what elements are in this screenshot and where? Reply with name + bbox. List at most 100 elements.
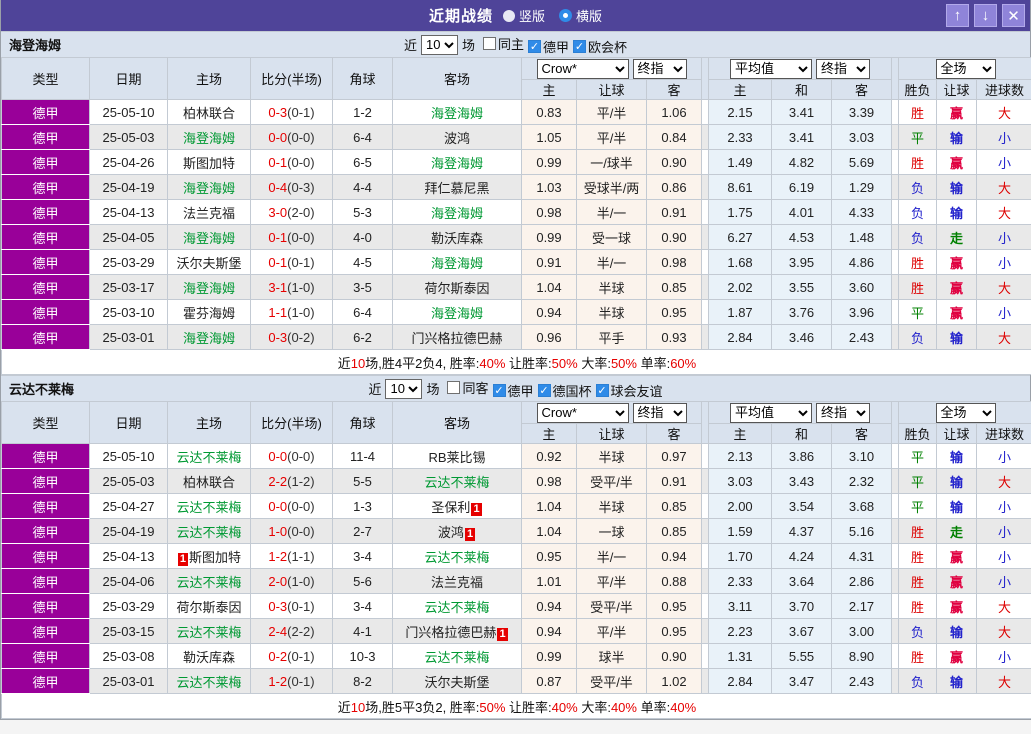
goals-cell: 小	[976, 643, 1031, 669]
result-cell: 负	[898, 668, 938, 694]
corner-cell: 2-7	[332, 518, 393, 544]
avg-draw-cell: 3.76	[771, 299, 833, 325]
odds-away-cell: 0.94	[645, 543, 703, 569]
avg-away-cell: 4.33	[831, 199, 893, 225]
move-down-button[interactable]: ↓	[974, 4, 997, 27]
score-cell: 1-0(0-0)	[250, 518, 333, 544]
handicap-result-cell: 赢	[936, 274, 978, 300]
final-odds-select-2[interactable]: 终指	[816, 402, 871, 423]
fulltime-select[interactable]: 全场	[935, 58, 996, 79]
away-team-cell: 拜仁慕尼黑	[392, 174, 522, 200]
avg-home-cell: 2.23	[708, 618, 773, 644]
odds-handicap-cell: 受一球	[576, 224, 647, 250]
match-row: 德甲 25-04-05 海登海姆 0-1(0-0) 4-0 勒沃库森 0.99 受一球 0.90…	[1, 224, 1031, 250]
date-cell: 25-04-06	[89, 568, 168, 594]
filter-checkbox[interactable]: ✓	[528, 39, 541, 53]
corner-cell: 6-4	[332, 299, 393, 325]
col-header-score: 比分(半场)	[250, 57, 333, 100]
handicap-result-cell: 输	[936, 468, 978, 494]
away-team-cell: 沃尔夫斯堡	[392, 668, 522, 694]
home-team-cell: 云达不莱梅	[167, 618, 251, 644]
titlebar: 近期战绩 竖版 横版 ↑ ↓ ✕	[1, 0, 1030, 31]
goals-cell: 小	[976, 224, 1031, 250]
average-select[interactable]: 平均值	[730, 402, 813, 423]
team-name-text: 云达不莱梅	[424, 599, 490, 615]
goals-cell: 小	[976, 543, 1031, 569]
odds-provider-select[interactable]: Crow*	[536, 58, 629, 79]
avg-home-cell: 2.15	[708, 99, 773, 125]
fulltime-score: 3-0	[268, 204, 288, 220]
avg-home-cell: 1.75	[708, 199, 773, 225]
odds-group-header: Crow* 终指	[520, 57, 703, 80]
date-cell: 25-04-26	[89, 149, 168, 175]
separator-cell	[701, 149, 710, 175]
match-count-select[interactable]: 10	[420, 34, 458, 55]
separator-cell	[891, 124, 900, 150]
odds-home-cell: 1.05	[521, 124, 577, 150]
handicap-result-cell: 赢	[936, 249, 978, 275]
goals-cell: 大	[976, 99, 1031, 125]
avg-home-cell: 1.31	[708, 643, 773, 669]
date-cell: 25-04-27	[89, 493, 168, 519]
separator-cell	[891, 643, 900, 669]
fulltime-score: 0-1	[268, 229, 288, 245]
fulltime-select[interactable]: 全场	[935, 402, 996, 423]
filter-checkbox[interactable]	[447, 380, 461, 394]
result-cell: 胜	[898, 249, 938, 275]
filter-checkbox[interactable]: ✓	[573, 39, 587, 53]
odds-home-cell: 0.95	[521, 543, 577, 569]
away-team-cell: 荷尔斯泰因	[392, 274, 522, 300]
filter-checkbox[interactable]: ✓	[537, 383, 551, 397]
home-team-cell: 云达不莱梅	[167, 668, 251, 694]
col-header-away: 客场	[392, 401, 522, 444]
col-header-avg-draw: 和	[771, 79, 833, 100]
filter-checkbox[interactable]: ✓	[492, 383, 506, 397]
layout-radio-item[interactable]: 横版	[559, 6, 602, 25]
handicap-result-cell: 输	[936, 324, 978, 350]
match-row: 德甲 25-03-17 海登海姆 3-1(1-0) 3-5 荷尔斯泰因 1.04 半球 0.85…	[1, 274, 1031, 300]
odds-provider-select[interactable]: Crow*	[536, 402, 629, 423]
separator-cell	[701, 593, 710, 619]
layout-radio-item[interactable]: 竖版	[502, 6, 545, 25]
avg-away-cell: 3.96	[831, 299, 893, 325]
odds-home-cell: 0.98	[521, 199, 577, 225]
home-team-cell: 海登海姆	[167, 224, 251, 250]
avg-home-cell: 2.84	[708, 668, 773, 694]
avg-draw-cell: 4.82	[771, 149, 833, 175]
final-odds-select-2[interactable]: 终指	[816, 58, 871, 79]
avg-draw-cell: 4.37	[771, 518, 833, 544]
fulltime-score: 0-1	[268, 154, 288, 170]
match-count-select[interactable]: 10	[385, 378, 423, 399]
league-cell: 德甲	[1, 543, 90, 569]
summary-part: 让胜率:	[505, 355, 552, 371]
separator-cell	[891, 443, 900, 469]
corner-cell: 6-4	[332, 124, 393, 150]
summary-part: 大率:	[577, 699, 611, 715]
separator-cell	[891, 199, 900, 225]
close-button[interactable]: ✕	[1002, 4, 1025, 27]
filter-matches-label: 场	[461, 38, 475, 53]
odds-handicap-cell: 半球	[576, 493, 647, 519]
average-select[interactable]: 平均值	[730, 58, 813, 79]
avg-away-cell: 5.69	[831, 149, 893, 175]
match-row: 德甲 25-04-06 云达不莱梅 2-0(1-0) 5-6 法兰克福 1.01 平/半 0.8…	[1, 568, 1031, 594]
section-team-name: 海登海姆	[9, 38, 62, 53]
filter-checkbox[interactable]	[482, 36, 496, 50]
filter-checkbox[interactable]: ✓	[595, 383, 609, 397]
halftime-score: (0-1)	[287, 104, 315, 120]
corner-cell: 6-5	[332, 149, 393, 175]
corner-cell: 4-0	[332, 224, 393, 250]
date-cell: 25-03-17	[89, 274, 168, 300]
summary-part: 场,胜4平2负4, 胜率:	[365, 355, 480, 371]
final-odds-select[interactable]: 终指	[632, 58, 687, 79]
summary-part: 50%	[479, 699, 506, 715]
odds-away-cell: 0.93	[645, 324, 703, 350]
avg-away-cell: 5.16	[831, 518, 893, 544]
summary-text: 近10场,胜5平3负2, 胜率:50% 让胜率:40% 大率:40% 单率:40…	[338, 700, 696, 715]
date-cell: 25-04-13	[89, 199, 168, 225]
move-up-button[interactable]: ↑	[946, 4, 969, 27]
result-cell: 平	[898, 468, 938, 494]
final-odds-select[interactable]: 终指	[632, 402, 687, 423]
fulltime-score: 1-2	[268, 673, 288, 689]
odds-home-cell: 0.94	[521, 593, 577, 619]
